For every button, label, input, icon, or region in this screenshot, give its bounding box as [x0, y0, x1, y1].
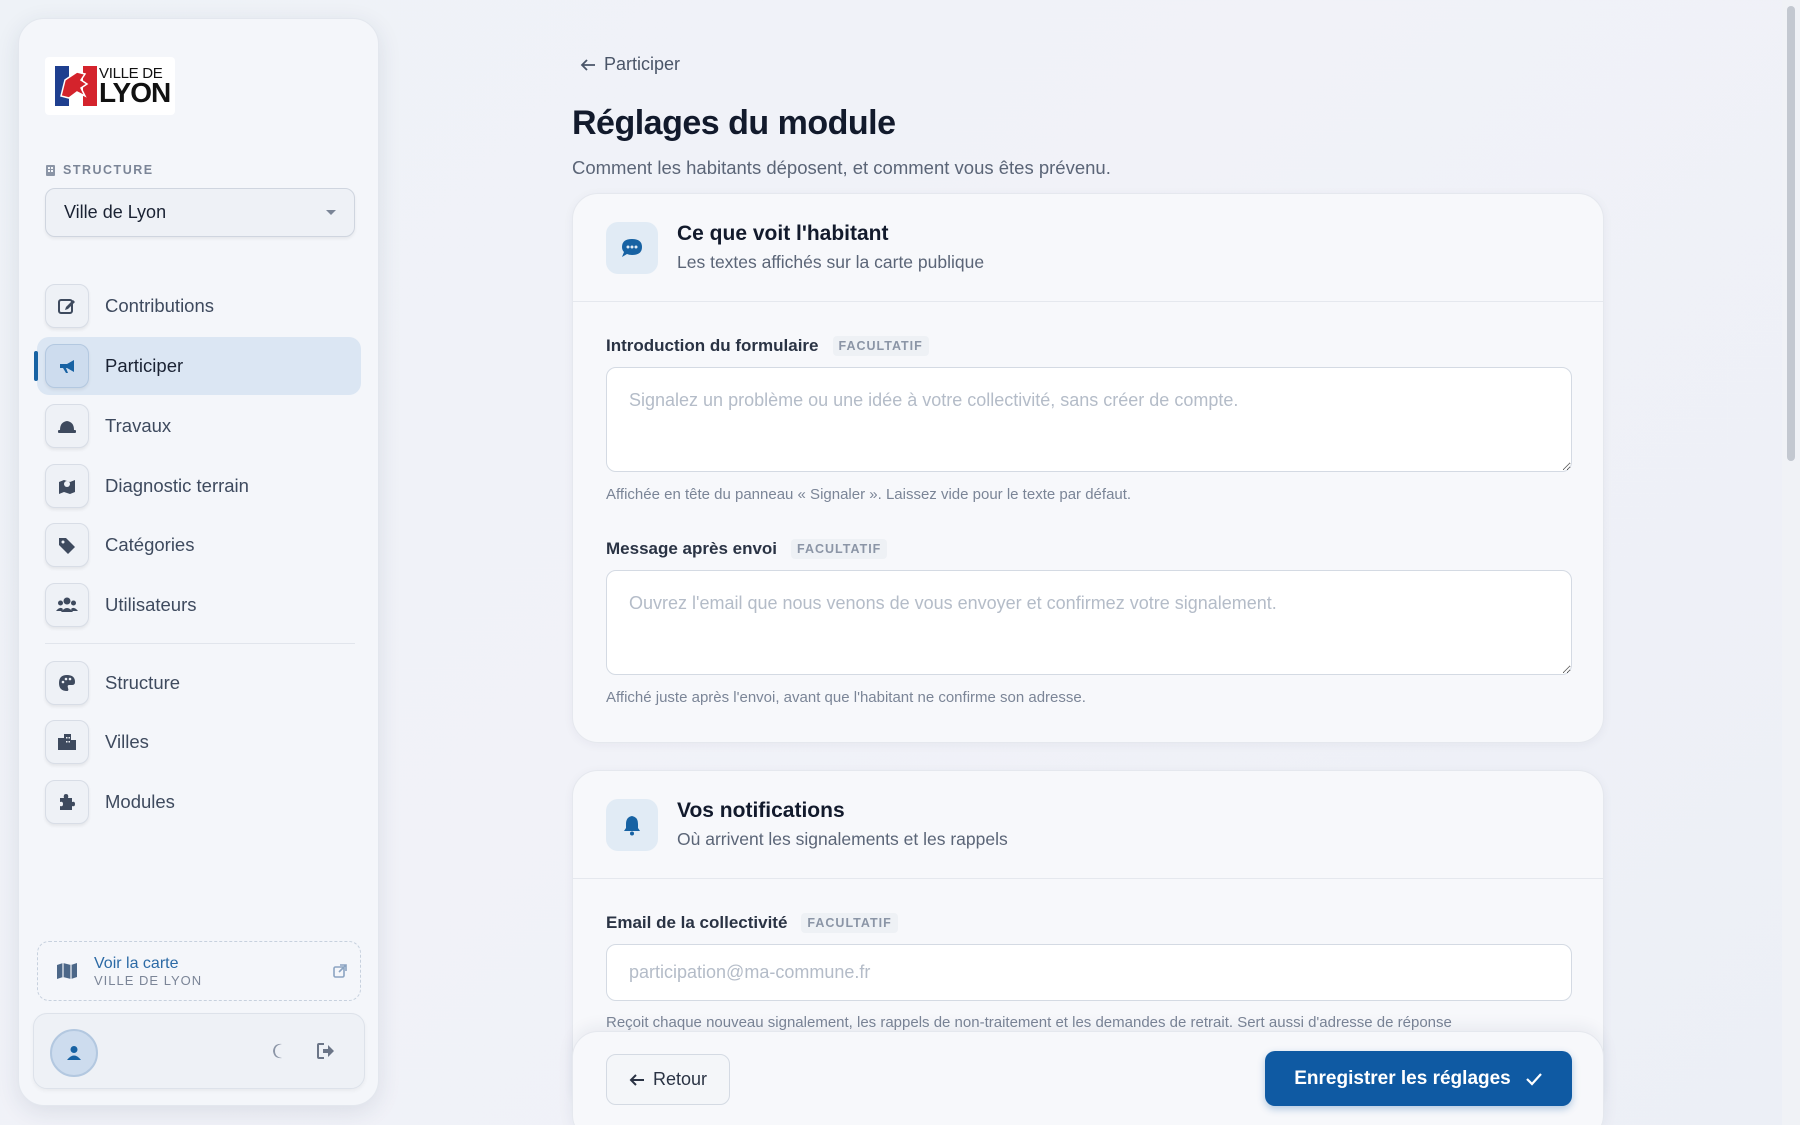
arrow-left-icon [629, 1073, 644, 1086]
field-label-after-send: Message après envoi FACULTATIF [606, 539, 888, 559]
nav-item-villes[interactable]: Villes [37, 713, 361, 771]
nav-item-contributions[interactable]: Contributions [37, 277, 361, 335]
building-icon [46, 164, 55, 176]
card-title: Vos notifications [677, 799, 845, 822]
puzzle-icon [45, 780, 89, 824]
field-label-text: Message après envoi [606, 539, 778, 558]
breadcrumb-back-label: Participer [604, 54, 681, 74]
arrow-left-icon [580, 58, 595, 71]
structure-select[interactable]: Ville de Lyon [45, 188, 355, 237]
external-link-icon [333, 964, 347, 978]
nav-item-label: Utilisateurs [105, 594, 197, 615]
map-pin-icon [45, 464, 89, 508]
nav-item-utilisateurs[interactable]: Utilisateurs [37, 576, 361, 634]
field-help-email: Reçoit chaque nouveau signalement, les r… [606, 1014, 1452, 1031]
nav-item-label: Villes [105, 731, 149, 752]
field-help-after-send: Affiché juste après l'envoi, avant que l… [606, 689, 1086, 706]
user-panel [33, 1013, 365, 1089]
optional-badge: FACULTATIF [801, 913, 898, 933]
nav-divider [45, 643, 355, 644]
nav-item-label: Contributions [105, 295, 215, 316]
tags-icon [45, 523, 89, 567]
view-map-link[interactable]: Voir la carte VILLE DE LYON [37, 941, 361, 1001]
moon-icon[interactable] [270, 1042, 288, 1060]
intro-textarea[interactable] [606, 367, 1572, 472]
chevron-down-icon [326, 210, 336, 215]
field-label-text: Email de la collectivité [606, 913, 788, 932]
hard-hat-icon [45, 404, 89, 448]
email-input[interactable] [606, 944, 1572, 1001]
nav-item-label: Modules [105, 791, 175, 812]
logo-line2: LYON [99, 76, 171, 108]
field-help-intro: Affichée en tête du panneau « Signaler »… [606, 486, 1132, 503]
public-texts-card: Ce que voit l'habitant Les textes affich… [572, 193, 1604, 743]
field-label-email: Email de la collectivité FACULTATIF [606, 913, 898, 933]
avatar[interactable] [50, 1029, 98, 1077]
back-button-label: Retour [652, 1069, 708, 1089]
action-bar: Retour Enregistrer les réglages [572, 1031, 1604, 1125]
nav-item-travaux[interactable]: Travaux [37, 397, 361, 455]
city-icon [45, 720, 89, 764]
structure-label-text: STRUCTURE [63, 163, 154, 177]
nav-item-participer[interactable]: Participer [34, 337, 361, 395]
optional-badge: FACULTATIF [791, 539, 888, 559]
nav-item-label: Structure [105, 672, 181, 693]
back-button[interactable]: Retour [606, 1054, 730, 1105]
edit-icon [45, 284, 89, 328]
structure-select-value: Ville de Lyon [64, 202, 167, 222]
nav-item-structure[interactable]: Structure [37, 654, 361, 712]
scrollbar-thumb[interactable] [1787, 6, 1795, 461]
view-map-subtitle: VILLE DE LYON [94, 972, 203, 988]
lyon-crest-icon [55, 66, 97, 106]
optional-badge: FACULTATIF [832, 336, 929, 356]
save-button-label: Enregistrer les réglages [1294, 1067, 1511, 1089]
card-subtitle: Où arrivent les signalements et les rapp… [677, 829, 1008, 849]
card-header: Ce que voit l'habitant Les textes affich… [573, 194, 1603, 302]
page-subtitle: Comment les habitants déposent, et comme… [572, 157, 1111, 178]
ville-de-lyon-logo[interactable]: VILLE DE LYON [45, 57, 175, 115]
nav-item-label: Diagnostic terrain [105, 475, 249, 496]
card-header: Vos notifications Où arrivent les signal… [573, 771, 1603, 879]
nav-item-diagnostic-terrain[interactable]: Diagnostic terrain [37, 457, 361, 515]
breadcrumb-back-link[interactable]: Participer [580, 54, 680, 75]
page-scrollbar[interactable] [1782, 0, 1800, 1125]
chat-bubble-icon [606, 221, 658, 274]
field-label-intro: Introduction du formulaire FACULTATIF [606, 336, 929, 356]
nav-item-categories[interactable]: Catégories [37, 516, 361, 574]
logout-icon[interactable] [316, 1042, 336, 1060]
user-icon [67, 1046, 81, 1060]
nav-item-label: Participer [105, 355, 184, 376]
structure-label: STRUCTURE [45, 163, 154, 177]
field-label-text: Introduction du formulaire [606, 336, 819, 355]
nav-item-modules[interactable]: Modules [37, 773, 361, 831]
megaphone-icon [45, 344, 89, 388]
nav-item-label: Catégories [105, 534, 195, 555]
palette-icon [45, 661, 89, 705]
save-settings-button[interactable]: Enregistrer les réglages [1265, 1051, 1572, 1106]
page-title: Réglages du module [572, 104, 896, 142]
users-icon [45, 583, 89, 627]
nav-item-label: Travaux [105, 415, 172, 436]
card-title: Ce que voit l'habitant [677, 222, 889, 245]
bell-icon [606, 798, 658, 851]
after-send-textarea[interactable] [606, 570, 1572, 675]
check-icon [1525, 1072, 1542, 1086]
view-map-title: Voir la carte [94, 954, 179, 972]
card-subtitle: Les textes affichés sur la carte publiqu… [677, 252, 985, 272]
sidebar: VILLE DE LYON STRUCTURE Ville de Lyon Co… [18, 18, 379, 1106]
map-icon [57, 963, 77, 979]
